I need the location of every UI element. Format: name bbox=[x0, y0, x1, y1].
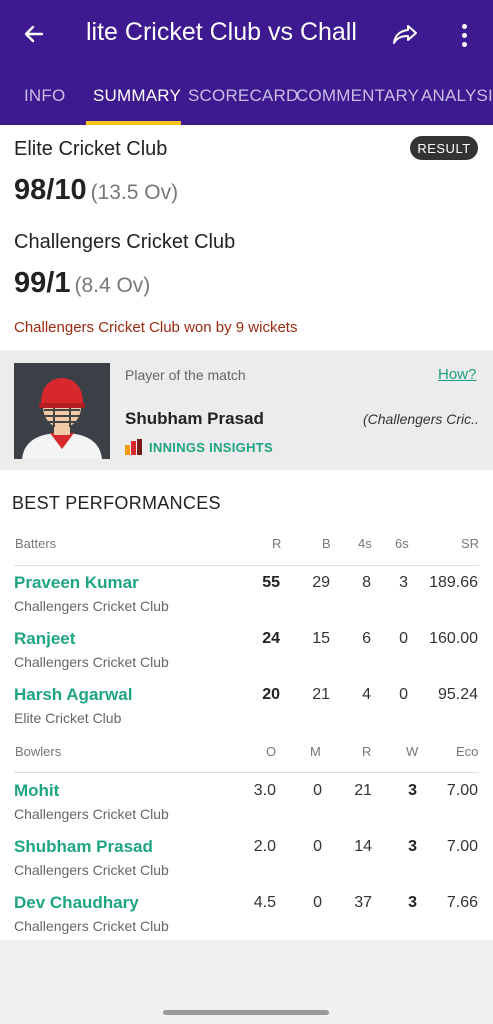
bowler-overs: 4.5 bbox=[253, 894, 276, 911]
bowlers-col-overs: O bbox=[266, 744, 277, 759]
bar-chart-icon bbox=[125, 439, 142, 455]
innings-insights-link[interactable]: INNINGS INSIGHTS bbox=[125, 439, 273, 455]
batters-label: Batters bbox=[15, 536, 57, 551]
match-result-text: Challengers Cricket Club won by 9 wicket… bbox=[14, 319, 298, 336]
team1-runs: 98/10 bbox=[14, 174, 87, 206]
team2-overs: (8.4 Ov) bbox=[74, 274, 151, 297]
bowler-economy: 7.00 bbox=[446, 838, 478, 855]
tab-commentary[interactable]: COMMENTARY bbox=[296, 86, 419, 106]
bowlers-col-runs: R bbox=[362, 744, 372, 759]
best-performances-section: BEST PERFORMANCES Batters R B 4s 6s SR P… bbox=[0, 470, 493, 940]
home-indicator[interactable] bbox=[163, 1010, 329, 1015]
bowler-wickets: 3 bbox=[408, 894, 417, 911]
innings-insights-label: INNINGS INSIGHTS bbox=[149, 439, 273, 455]
player-of-match-team: (Challengers Cric.. bbox=[363, 411, 479, 427]
bowlers-header-row: Bowlers O M R W Eco bbox=[0, 744, 493, 784]
bowler-team: Challengers Cricket Club bbox=[14, 862, 169, 878]
bowlers-label: Bowlers bbox=[15, 744, 62, 759]
batter-name: Praveen Kumar bbox=[14, 573, 139, 592]
match-title: lite Cricket Club vs Chall bbox=[86, 18, 357, 46]
batter-sr: 189.66 bbox=[429, 574, 478, 591]
bowler-name: Mohit bbox=[14, 781, 60, 800]
batter-row[interactable]: Praveen Kumar Challengers Cricket Club 5… bbox=[0, 573, 493, 629]
batter-sixes: 0 bbox=[399, 686, 408, 703]
bowler-name: Shubham Prasad bbox=[14, 837, 153, 856]
bowler-runs: 14 bbox=[354, 838, 372, 855]
bowler-row[interactable]: Dev Chaudhary Challengers Cricket Club 4… bbox=[0, 893, 493, 949]
bowler-economy: 7.00 bbox=[446, 782, 478, 799]
bowler-overs: 2.0 bbox=[253, 838, 276, 855]
batter-runs: 24 bbox=[262, 630, 280, 647]
bowler-maidens: 0 bbox=[313, 894, 322, 911]
tab-scorecard[interactable]: SCORECARD bbox=[188, 86, 298, 106]
back-arrow-icon[interactable] bbox=[18, 18, 50, 50]
batter-row[interactable]: Harsh Agarwal Elite Cricket Club 20 21 4… bbox=[0, 685, 493, 741]
bowlers-col-economy: Eco bbox=[456, 744, 479, 759]
batter-sixes: 0 bbox=[399, 630, 408, 647]
how-link[interactable]: How? bbox=[438, 366, 476, 383]
bowler-maidens: 0 bbox=[313, 838, 322, 855]
team1-score: 98/10 (13.5 Ov) bbox=[14, 174, 178, 207]
divider bbox=[14, 565, 479, 566]
bowler-wickets: 3 bbox=[408, 838, 417, 855]
app-header: lite Cricket Club vs Chall INFO SUMMARY … bbox=[0, 0, 493, 125]
batters-col-balls: B bbox=[322, 536, 331, 551]
batter-fours: 4 bbox=[362, 686, 371, 703]
team2-runs: 99/1 bbox=[14, 267, 71, 299]
player-of-match-section[interactable]: Player of the match How? Shubham Prasad … bbox=[0, 350, 493, 470]
batter-team: Elite Cricket Club bbox=[14, 710, 122, 726]
bowler-maidens: 0 bbox=[313, 782, 322, 799]
batter-sr: 95.24 bbox=[437, 686, 478, 703]
bowler-team: Challengers Cricket Club bbox=[14, 806, 169, 822]
batter-team: Challengers Cricket Club bbox=[14, 598, 169, 614]
more-options-icon[interactable] bbox=[452, 19, 476, 51]
batter-runs: 55 bbox=[262, 574, 280, 591]
player-avatar bbox=[14, 363, 110, 459]
batters-col-sixes: 6s bbox=[395, 536, 409, 551]
bowler-overs: 3.0 bbox=[253, 782, 276, 799]
batter-sr: 160.00 bbox=[429, 630, 478, 647]
bowler-economy: 7.66 bbox=[446, 894, 478, 911]
team1-name: Elite Cricket Club bbox=[14, 138, 168, 160]
batter-sixes: 3 bbox=[399, 574, 408, 591]
bowlers-col-wickets: W bbox=[406, 744, 419, 759]
bowler-runs: 21 bbox=[354, 782, 372, 799]
result-badge: RESULT bbox=[410, 136, 478, 160]
batter-name: Harsh Agarwal bbox=[14, 685, 133, 704]
tab-info[interactable]: INFO bbox=[24, 86, 65, 106]
bowler-row[interactable]: Mohit Challengers Cricket Club 3.0 0 21 … bbox=[0, 781, 493, 837]
bowler-row[interactable]: Shubham Prasad Challengers Cricket Club … bbox=[0, 837, 493, 893]
tab-summary[interactable]: SUMMARY bbox=[93, 86, 181, 106]
bowler-runs: 37 bbox=[354, 894, 372, 911]
batter-balls: 29 bbox=[312, 574, 330, 591]
batter-name: Ranjeet bbox=[14, 629, 76, 648]
team1-overs: (13.5 Ov) bbox=[90, 181, 179, 204]
tab-analysis[interactable]: ANALYSIS bbox=[421, 86, 493, 106]
batter-fours: 8 bbox=[362, 574, 371, 591]
batter-row[interactable]: Ranjeet Challengers Cricket Club 24 15 6… bbox=[0, 629, 493, 685]
team2-name: Challengers Cricket Club bbox=[14, 231, 236, 253]
bowler-wickets: 3 bbox=[408, 782, 417, 799]
batters-col-fours: 4s bbox=[358, 536, 372, 551]
bowlers-col-maidens: M bbox=[310, 744, 321, 759]
divider bbox=[14, 772, 479, 773]
tab-bar: INFO SUMMARY SCORECARD COMMENTARY ANALYS… bbox=[0, 78, 493, 125]
team2-score: 99/1 (8.4 Ov) bbox=[14, 267, 150, 300]
batter-fours: 6 bbox=[362, 630, 371, 647]
bowler-team: Challengers Cricket Club bbox=[14, 918, 169, 934]
batter-balls: 15 bbox=[312, 630, 330, 647]
player-of-match-name: Shubham Prasad bbox=[125, 409, 264, 428]
batters-col-runs: R bbox=[272, 536, 282, 551]
batters-col-sr: SR bbox=[461, 536, 480, 551]
share-icon[interactable] bbox=[390, 19, 422, 51]
player-of-match-label: Player of the match bbox=[125, 367, 246, 383]
batters-header-row: Batters R B 4s 6s SR bbox=[0, 536, 493, 576]
batter-team: Challengers Cricket Club bbox=[14, 654, 169, 670]
bowler-name: Dev Chaudhary bbox=[14, 893, 139, 912]
top-bar: lite Cricket Club vs Chall bbox=[0, 0, 493, 68]
batter-runs: 20 bbox=[262, 686, 280, 703]
best-performances-title: BEST PERFORMANCES bbox=[12, 493, 221, 513]
batter-balls: 21 bbox=[312, 686, 330, 703]
